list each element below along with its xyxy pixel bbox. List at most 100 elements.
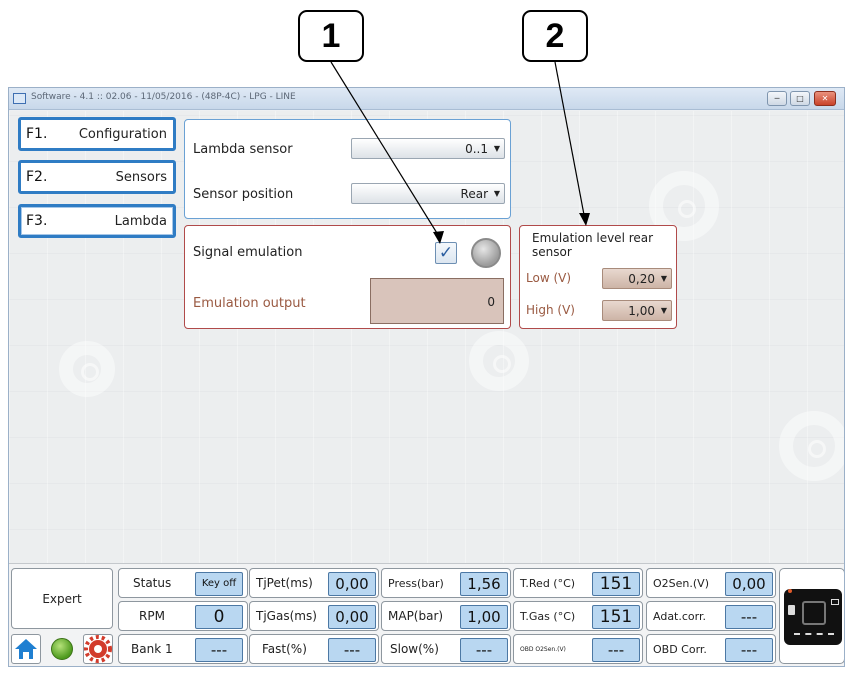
bank-cell: Bank 1 --- [118,634,248,664]
o2sen-cell: O2Sen.(V) 0,00 [646,568,776,598]
callout-1: 1 [298,10,364,62]
tred-value: 151 [592,572,640,596]
signal-emulation-panel: Signal emulation ✓ Emulation output 0 [184,225,511,329]
menu-configuration-button[interactable]: F1. Configuration [18,117,176,151]
status-cell: Status Key off [118,568,248,598]
home-button[interactable] [11,634,41,664]
high-voltage-label: High (V) [526,303,575,317]
signal-emulation-checkbox[interactable]: ✓ [435,242,457,264]
emulation-output-label: Emulation output [193,296,306,311]
emulation-level-title: Emulation level rear sensor [532,231,654,259]
device-panel [779,568,844,664]
lambda-sensor-value: 0..1 [465,142,488,156]
map-label: MAP(bar) [388,609,444,623]
obd-o2sen-cell: OBD O2Sen.(V) --- [513,634,643,664]
emulation-level-panel: Emulation level rear sensor Low (V) 0,20… [519,225,677,329]
rpm-cell: RPM 0 [118,601,248,631]
press-value: 1,56 [460,572,508,596]
obd-o2sen-value: --- [592,638,640,662]
title-bar: Software - 4.1 :: 02.06 - 11/05/2016 - (… [9,88,844,110]
o2sen-label: O2Sen.(V) [653,576,709,590]
rpm-value: 0 [195,605,243,629]
status-label: Status [133,576,172,590]
menu-key: F2. [26,169,48,185]
menu-sensors-button[interactable]: F2. Sensors [18,160,176,194]
status-bar: Expert Status Key off RPM 0 Bank 1 --- T… [9,563,844,666]
map-cell: MAP(bar) 1,00 [381,601,511,631]
signal-emulation-label: Signal emulation [193,245,303,260]
callout-2: 2 [522,10,588,62]
tjgas-cell: TjGas(ms) 0,00 [249,601,379,631]
tjpet-cell: TjPet(ms) 0,00 [249,568,379,598]
workspace: F1. Configuration F2. Sensors F3. Lambda… [9,111,844,666]
rpm-label: RPM [139,609,165,623]
chevron-down-icon: ▼ [493,189,500,198]
adat-corr-cell: Adat.corr. --- [646,601,776,631]
tjgas-label: TjGas(ms) [256,609,317,623]
low-voltage-value: 0,20 [628,272,655,286]
minimize-button[interactable]: ─ [767,91,787,106]
menu-label: Sensors [115,170,167,185]
status-value: Key off [195,572,243,596]
emulation-output-value: 0 [487,295,495,309]
emulation-output-value-box: 0 [370,278,504,324]
menu-key: F3. [26,213,48,229]
home-icon [15,639,37,659]
slow-label: Slow(%) [390,642,439,656]
sensor-position-value: Rear [460,187,488,201]
fast-cell: Fast(%) --- [249,634,379,664]
tred-label: T.Red (°C) [520,576,576,590]
fast-label: Fast(%) [262,642,307,656]
low-voltage-select[interactable]: 0,20 ▼ [602,268,672,289]
low-voltage-label: Low (V) [526,271,572,285]
maximize-button[interactable]: □ [790,91,810,106]
chevron-down-icon: ▼ [660,274,667,283]
tgas-cell: T.Gas (°C) 151 [513,601,643,631]
gear-icon [84,635,112,663]
emulation-status-led-icon [471,238,501,268]
obd-o2sen-label: OBD O2Sen.(V) [520,645,566,653]
app-icon [13,93,26,104]
high-voltage-value: 1,00 [628,304,655,318]
lambda-settings-panel: Lambda sensor 0..1 ▼ Sensor position Rea… [184,119,511,219]
background-gear-icon [59,341,115,397]
sensor-position-label: Sensor position [193,187,294,202]
menu-label: Lambda [114,214,167,229]
mode-label: Expert [11,568,113,629]
app-window: Software - 4.1 :: 02.06 - 11/05/2016 - (… [8,87,845,667]
settings-button[interactable] [83,634,113,664]
tgas-value: 151 [592,605,640,629]
tjpet-value: 0,00 [328,572,376,596]
obd-corr-value: --- [725,638,773,662]
chevron-down-icon: ▼ [493,144,500,153]
slow-value: --- [460,638,508,662]
menu-lambda-button[interactable]: F3. Lambda [18,204,176,238]
ecu-device-icon [784,589,842,645]
chevron-down-icon: ▼ [660,306,667,315]
tgas-label: T.Gas (°C) [520,609,576,623]
bank-value: --- [195,638,243,662]
close-button[interactable]: ✕ [814,91,836,106]
tjgas-value: 0,00 [328,605,376,629]
bank-label: Bank 1 [131,642,173,656]
obd-corr-label: OBD Corr. [653,642,707,656]
menu-label: Configuration [78,127,167,142]
tred-cell: T.Red (°C) 151 [513,568,643,598]
press-label: Press(bar) [388,576,444,590]
adat-corr-label: Adat.corr. [653,609,706,623]
map-value: 1,00 [460,605,508,629]
tjpet-label: TjPet(ms) [256,576,313,590]
obd-corr-cell: OBD Corr. --- [646,634,776,664]
press-cell: Press(bar) 1,56 [381,568,511,598]
adat-corr-value: --- [725,605,773,629]
slow-cell: Slow(%) --- [381,634,511,664]
background-gear-icon [469,331,529,391]
background-gear-icon [779,411,844,481]
high-voltage-select[interactable]: 1,00 ▼ [602,300,672,321]
lambda-sensor-select[interactable]: 0..1 ▼ [351,138,505,159]
window-title: Software - 4.1 :: 02.06 - 11/05/2016 - (… [31,92,296,102]
connection-status-led-icon [51,638,73,660]
menu-key: F1. [26,126,48,142]
lambda-sensor-label: Lambda sensor [193,142,293,157]
sensor-position-select[interactable]: Rear ▼ [351,183,505,204]
